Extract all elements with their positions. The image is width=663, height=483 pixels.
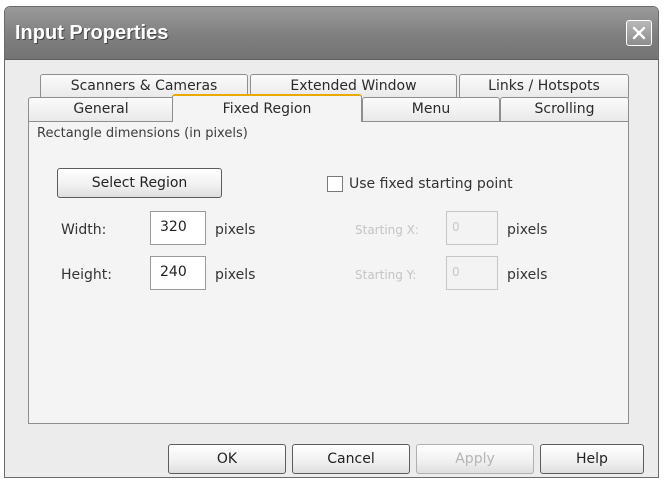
starting-x-label: Starting X: (355, 223, 419, 237)
width-unit-label: pixels (215, 222, 256, 238)
use-fixed-starting-point-checkbox[interactable] (327, 176, 343, 192)
tab-general[interactable]: General (28, 97, 174, 121)
select-region-button[interactable]: Select Region (57, 168, 222, 198)
apply-button[interactable]: Apply (416, 444, 534, 474)
use-fixed-starting-point-label: Use fixed starting point (349, 176, 513, 192)
tab-scrolling[interactable]: Scrolling (500, 97, 629, 121)
width-input[interactable]: 320 (150, 211, 206, 245)
rectangle-dimensions-label: Rectangle dimensions (in pixels) (37, 126, 248, 141)
width-label: Width: (61, 222, 107, 238)
tab-label: Scrolling (534, 101, 595, 117)
tab-label: Links / Hotspots (488, 78, 600, 94)
close-icon (632, 26, 646, 40)
starting-y-input[interactable]: 0 (446, 256, 498, 290)
dialog-body: Scanners & Cameras Extended Window Links… (5, 60, 658, 477)
tab-menu[interactable]: Menu (362, 97, 500, 121)
height-unit-label: pixels (215, 267, 256, 283)
starting-y-unit-label: pixels (507, 267, 548, 283)
tab-fixed-region[interactable]: Fixed Region (172, 94, 362, 122)
tab-label: Fixed Region (222, 101, 312, 117)
height-input[interactable]: 240 (150, 256, 206, 290)
starting-y-label: Starting Y: (355, 268, 417, 282)
starting-x-unit-label: pixels (507, 222, 548, 238)
tab-links-hotspots[interactable]: Links / Hotspots (459, 74, 629, 98)
close-button[interactable] (626, 20, 652, 46)
dialog-title: Input Properties (15, 22, 169, 44)
tab-label: Menu (411, 101, 451, 117)
tab-label: General (73, 101, 129, 117)
help-button[interactable]: Help (540, 444, 644, 474)
ok-button[interactable]: OK (168, 444, 286, 474)
height-label: Height: (61, 267, 112, 283)
cancel-button[interactable]: Cancel (292, 444, 410, 474)
title-bar: Input Properties (5, 7, 658, 60)
starting-x-input[interactable]: 0 (446, 211, 498, 245)
input-properties-dialog: Input Properties Scanners & Cameras Exte… (4, 6, 659, 478)
